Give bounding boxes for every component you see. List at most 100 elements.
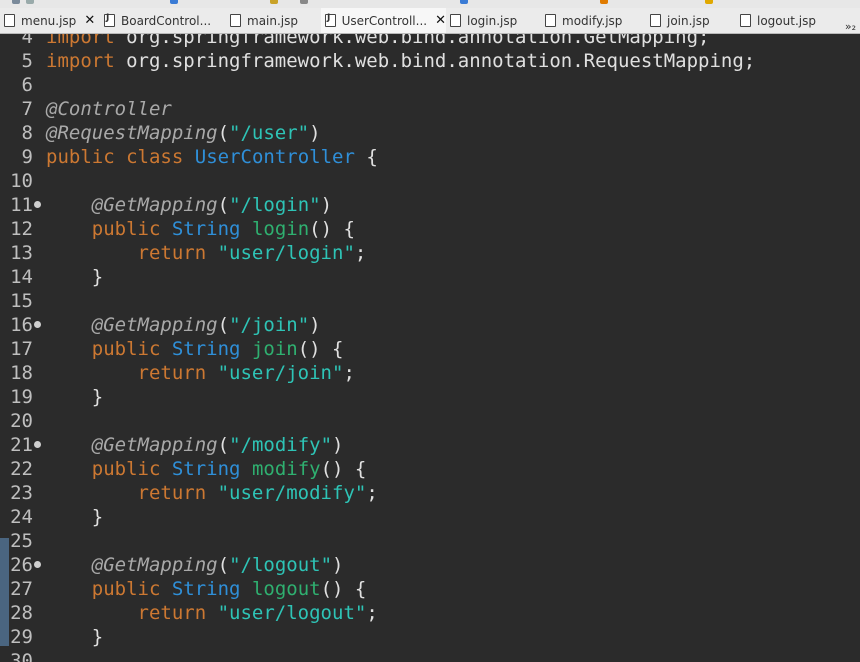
file-icon [230,14,241,27]
line-number: 27 [10,578,33,600]
code-line[interactable]: 24 } [0,505,860,529]
code-text: import org.springframework.web.bind.anno… [46,50,756,72]
code-text: } [46,386,104,408]
code-line[interactable]: 26 @GetMapping("/logout") [0,553,860,577]
toolbar-strip [0,0,860,8]
code-text: @Controller [46,98,172,120]
code-line[interactable]: 22 public String modify() { [0,457,860,481]
toolbar-icon[interactable] [170,0,178,4]
code-line[interactable]: 21 @GetMapping("/modify") [0,433,860,457]
toolbar-icon[interactable] [26,0,34,4]
code-line[interactable]: 17 public String join() { [0,337,860,361]
editor-tab-label: modify.jsp [562,13,623,28]
editor-tab-label: join.jsp [667,13,710,28]
code-line[interactable]: 25 [0,529,860,553]
line-number: 23 [10,482,33,504]
editor-tab-label: UserControll... [341,13,428,28]
code-line[interactable]: 9 public class UserController { [0,145,860,169]
line-number: 28 [10,602,33,624]
editor-tab[interactable]: UserControll... ✕ [321,8,446,33]
line-number: 5 [21,50,33,72]
code-line[interactable]: 4 import org.springframework.web.bind.ann… [0,34,860,49]
tab-overflow-button[interactable]: »₂ [845,20,856,33]
code-text: return "user/join"; [137,362,355,384]
code-line[interactable]: 10 [0,169,860,193]
close-tab-icon[interactable]: ✕ [84,13,95,28]
code-text: public String modify() { [91,458,367,480]
fold-toggle-icon[interactable] [34,201,41,208]
editor-tab-label: menu.jsp [21,13,77,28]
line-number: 21 [10,434,33,456]
editor-tab[interactable]: main.jsp [226,8,321,33]
editor-tab[interactable]: modify.jsp [541,8,646,33]
line-number: 24 [10,506,33,528]
editor-tab-label: BoardControl... [121,13,212,28]
code-editor[interactable]: 4 import org.springframework.web.bind.ann… [0,34,860,662]
toolbar-icon[interactable] [300,0,308,4]
line-number: 29 [10,626,33,648]
code-line[interactable]: 19 } [0,385,860,409]
line-number: 16 [10,314,33,336]
code-line[interactable]: 5 import org.springframework.web.bind.ann… [0,49,860,73]
line-number: 14 [10,266,33,288]
editor-tab[interactable]: menu.jsp ✕ [0,8,100,33]
close-tab-icon[interactable]: ✕ [435,13,446,28]
code-line[interactable]: 12 public String login() { [0,217,860,241]
editor-tab[interactable]: join.jsp [646,8,736,33]
code-text: @GetMapping("/logout") [91,554,344,576]
code-line[interactable]: 13 return "user/login"; [0,241,860,265]
code-line[interactable]: 27 public String logout() { [0,577,860,601]
toolbar-icon[interactable] [705,0,713,4]
code-text: @GetMapping("/join") [91,314,321,336]
code-line[interactable]: 11 @GetMapping("/login") [0,193,860,217]
toolbar-icon[interactable] [270,0,278,4]
editor-tab[interactable]: BoardControl... [100,8,226,33]
code-line[interactable]: 23 return "user/modify"; [0,481,860,505]
line-number: 11 [10,194,33,216]
code-line[interactable]: 30 [0,649,860,662]
toolbar-icon[interactable] [460,0,468,4]
line-number: 26 [10,554,33,576]
code-text: } [46,266,104,288]
file-icon [740,14,751,27]
code-line[interactable]: 8 @RequestMapping("/user") [0,121,860,145]
toolbar-icon[interactable] [600,0,608,4]
code-text: return "user/logout"; [137,602,378,624]
editor-tab[interactable]: login.jsp [446,8,541,33]
code-line[interactable]: 15 [0,289,860,313]
code-text: return "user/modify"; [137,482,378,504]
line-number: 30 [10,650,33,662]
fold-toggle-icon[interactable] [34,561,41,568]
line-number: 7 [21,98,33,120]
line-number: 10 [10,170,33,192]
code-text: @RequestMapping("/user") [46,122,321,144]
line-number: 13 [10,242,33,264]
code-line[interactable]: 6 [0,73,860,97]
line-number: 9 [21,146,33,168]
code-line[interactable]: 14 } [0,265,860,289]
file-icon [450,14,461,27]
editor-tab-label: login.jsp [467,13,518,28]
code-line[interactable]: 29 } [0,625,860,649]
code-text: } [46,626,104,648]
code-text: @GetMapping("/login") [91,194,333,216]
toolbar-icon[interactable] [12,0,20,4]
editor-tab[interactable]: logout.jsp [736,8,836,33]
editor-tab-bar: »₂ menu.jsp ✕ BoardControl... main.jsp UserC… [0,8,860,34]
line-number: 6 [21,74,33,96]
line-number: 15 [10,290,33,312]
code-text: public String login() { [91,218,355,240]
fold-toggle-icon[interactable] [34,321,41,328]
line-number: 20 [10,410,33,432]
code-line[interactable]: 20 [0,409,860,433]
code-line[interactable]: 18 return "user/join"; [0,361,860,385]
code-text: import org.springframework.web.bind.anno… [46,34,710,48]
java-file-icon [325,13,336,27]
java-file-icon [104,13,115,27]
fold-toggle-icon[interactable] [34,441,41,448]
editor-tab-label: main.jsp [247,13,298,28]
code-line[interactable]: 7 @Controller [0,97,860,121]
file-icon [545,14,556,27]
code-line[interactable]: 16 @GetMapping("/join") [0,313,860,337]
code-line[interactable]: 28 return "user/logout"; [0,601,860,625]
